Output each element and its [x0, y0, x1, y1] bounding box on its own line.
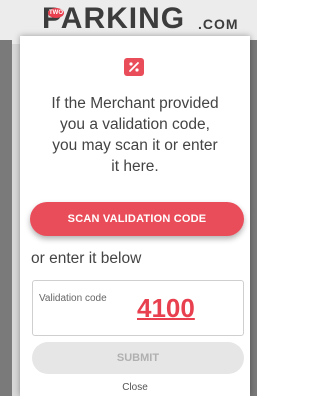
- message-line: it here.: [111, 158, 159, 175]
- or-enter-below-label: or enter it below: [31, 250, 142, 267]
- message-line: you a validation code,: [60, 116, 210, 133]
- validation-code-value: 4100: [137, 293, 195, 323]
- close-link[interactable]: Close: [20, 382, 250, 393]
- logo-suffix: .COM: [198, 16, 239, 32]
- scan-validation-code-button[interactable]: SCAN VALIDATION CODE: [30, 202, 244, 236]
- message-line: you may scan it or enter: [52, 137, 218, 154]
- validation-code-label: Validation code: [39, 293, 107, 304]
- logo-text: PARKING: [42, 2, 186, 35]
- validation-code-field[interactable]: Validation code 4100: [32, 280, 244, 336]
- message-line: If the Merchant provided: [51, 95, 219, 112]
- overlay-backdrop-left: [0, 40, 12, 396]
- submit-button[interactable]: SUBMIT: [32, 342, 244, 374]
- validation-modal: If the Merchant provided you a validatio…: [20, 36, 250, 396]
- validation-message: If the Merchant provided you a validatio…: [20, 93, 250, 177]
- parking-logo: PARKING TWO .COM: [40, 0, 240, 40]
- percent-tag-icon: [124, 58, 144, 76]
- app-screen: PARKING TWO .COM If the Merchant provide…: [0, 0, 257, 396]
- logo-badge: TWO: [48, 8, 64, 18]
